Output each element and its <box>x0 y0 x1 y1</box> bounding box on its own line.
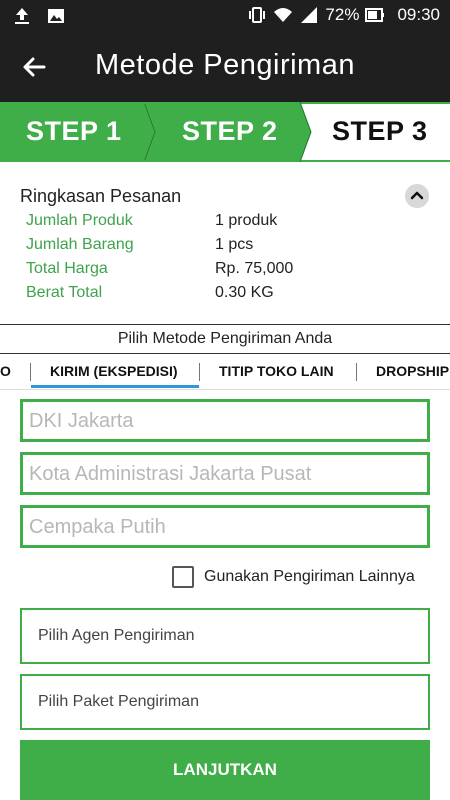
wifi-icon <box>274 8 293 22</box>
divider <box>0 324 450 325</box>
vibrate-icon <box>249 7 266 23</box>
step-1: STEP 1 <box>26 116 122 146</box>
province-field[interactable]: DKI Jakarta <box>20 399 430 442</box>
tab-separator <box>356 363 357 381</box>
step-3: STEP 3 <box>332 116 428 146</box>
summary-value: 1 produk <box>215 212 278 229</box>
active-tab-indicator <box>31 385 199 388</box>
chevron-up-icon[interactable] <box>405 184 429 208</box>
tab-dropship[interactable]: DROPSHIP <box>376 363 449 379</box>
clock: 09:30 <box>397 5 440 24</box>
summary-value: 1 pcs <box>215 236 254 253</box>
step-2: STEP 2 <box>182 116 278 146</box>
battery-icon <box>365 8 385 22</box>
province-placeholder: DKI Jakarta <box>29 410 134 432</box>
district-field[interactable]: Cempaka Putih <box>20 505 430 548</box>
battery-percent: 72% <box>325 5 360 24</box>
status-bar: 72% 09:30 <box>0 0 450 32</box>
tab-previous[interactable]: O <box>0 363 11 379</box>
summary-value: 0.30 KG <box>215 284 274 301</box>
other-shipping-checkbox[interactable] <box>172 566 194 588</box>
arrow-left-icon[interactable] <box>18 51 50 83</box>
tab-separator <box>199 363 200 381</box>
shipping-method-tabs: O KIRIM (EKSPEDISI) TITIP TOKO LAIN DROP… <box>0 354 450 390</box>
step-indicator: STEP 1 STEP 2 STEP 3 <box>0 102 450 162</box>
upload-icon <box>15 8 29 24</box>
continue-button[interactable]: LANJUTKAN <box>20 740 430 800</box>
shipping-package-placeholder: Pilih Paket Pengiriman <box>38 693 199 710</box>
city-field[interactable]: Kota Administrasi Jakarta Pusat <box>20 452 430 495</box>
summary-label: Jumlah Produk <box>26 212 133 229</box>
summary-label: Total Harga <box>26 260 108 277</box>
summary-title: Ringkasan Pesanan <box>20 186 182 206</box>
method-title: Pilih Metode Pengiriman Anda <box>117 330 333 347</box>
summary-label: Jumlah Barang <box>26 236 134 253</box>
tab-titip-toko-lain[interactable]: TITIP TOKO LAIN <box>219 363 334 379</box>
district-placeholder: Cempaka Putih <box>29 516 166 538</box>
shipping-agent-select[interactable]: Pilih Agen Pengiriman <box>20 608 430 664</box>
summary-label: Berat Total <box>26 284 103 301</box>
app-bar: Metode Pengiriman <box>0 32 450 102</box>
city-placeholder: Kota Administrasi Jakarta Pusat <box>29 463 312 485</box>
shipping-agent-placeholder: Pilih Agen Pengiriman <box>38 627 195 644</box>
tab-separator <box>30 363 31 381</box>
image-icon <box>48 9 64 23</box>
other-shipping-label[interactable]: Gunakan Pengiriman Lainnya <box>204 568 415 586</box>
signal-icon <box>301 7 318 23</box>
summary-value: Rp. 75,000 <box>215 260 294 277</box>
shipping-package-select[interactable]: Pilih Paket Pengiriman <box>20 674 430 730</box>
tab-kirim-ekspedisi[interactable]: KIRIM (EKSPEDISI) <box>50 363 178 379</box>
page-title: Metode Pengiriman <box>95 49 355 81</box>
